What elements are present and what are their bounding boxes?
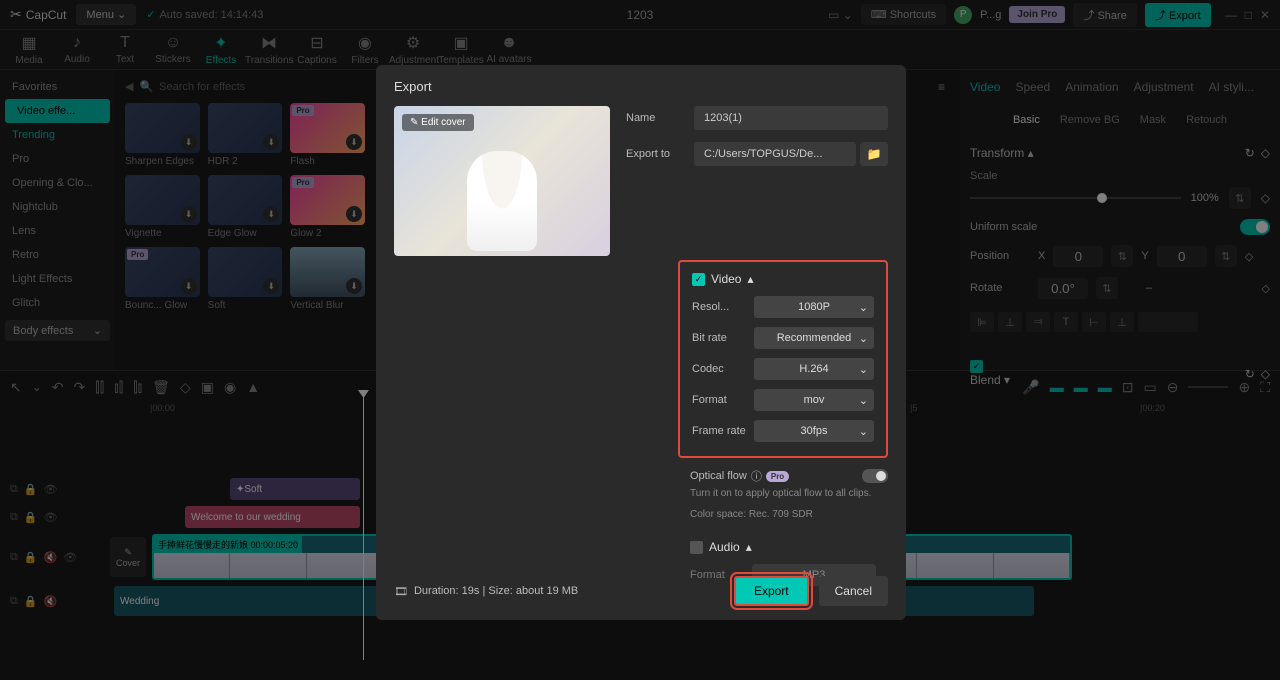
- path-input[interactable]: [694, 142, 856, 166]
- audio-checkbox[interactable]: [690, 541, 703, 554]
- export-modal: Export ✎ Edit cover Name Export to📁 ✓Vid…: [376, 65, 906, 620]
- framerate-select[interactable]: 30fps: [754, 420, 874, 442]
- edit-cover-button[interactable]: ✎ Edit cover: [402, 114, 474, 131]
- format-select[interactable]: mov: [754, 389, 874, 411]
- codec-select[interactable]: H.264: [754, 358, 874, 380]
- cancel-button[interactable]: Cancel: [819, 576, 888, 606]
- folder-button[interactable]: 📁: [860, 142, 888, 166]
- bitrate-select[interactable]: Recommended: [754, 327, 874, 349]
- optical-toggle[interactable]: [862, 469, 888, 483]
- duration-label: Duration: 19s | Size: about 19 MB: [414, 585, 578, 597]
- export-confirm-button[interactable]: Export: [734, 576, 809, 606]
- video-checkbox[interactable]: ✓: [692, 273, 705, 286]
- preview-thumbnail: ✎ Edit cover: [394, 106, 610, 256]
- resolution-select[interactable]: 1080P: [754, 296, 874, 318]
- name-input[interactable]: [694, 106, 888, 130]
- optical-hint: Turn it on to apply optical flow to all …: [690, 488, 888, 499]
- colorspace-label: Color space: Rec. 709 SDR: [690, 509, 888, 520]
- film-icon: 🎞: [394, 585, 408, 598]
- modal-title: Export: [394, 79, 888, 94]
- info-icon[interactable]: ⓘ: [751, 468, 762, 484]
- video-section-highlight: ✓Video ▴ Resol...1080P Bit rateRecommend…: [678, 260, 888, 458]
